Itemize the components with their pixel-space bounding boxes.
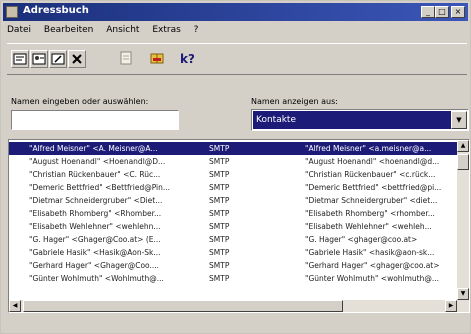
vertical-scrollbar[interactable]: ▲ ▼ (457, 140, 469, 300)
close-button[interactable]: × (451, 6, 465, 18)
find-icon (120, 51, 132, 65)
table-row[interactable]: "Demeric Bettfried" <Bettfried@Pin... SM… (9, 181, 459, 194)
table-row[interactable]: "Elisabeth Rhomberg" <Rhomber... SMTP "E… (9, 207, 459, 220)
contact-display: "Gerhard Hager" <ghager@coo.at> (305, 261, 440, 270)
contact-display: "Günter Wohlmuth" <wohlmuth@... (305, 274, 440, 283)
horizontal-scroll-thumb[interactable] (23, 300, 343, 312)
contact-list[interactable]: "Alfred Meisner" <A. Meisner@A... SMTP "… (8, 139, 470, 313)
open-book-icon (150, 53, 164, 64)
contact-type: SMTP (209, 261, 230, 270)
contact-name: "Gabriele Hasik" <Hasik@Aon-Sk... (29, 248, 161, 257)
contact-name: "Christian Rückenbauer" <C. Rüc... (29, 170, 161, 179)
menu-extras[interactable]: Extras (152, 25, 180, 35)
contact-name: "Dietmar Schneidergruber" <Diet... (29, 196, 163, 205)
contact-display: "Dietmar Schneidergruber" <diet... (305, 196, 438, 205)
contact-name: "Elisabeth Wehlehner" <wehlehn... (29, 222, 161, 231)
scroll-left-icon[interactable]: ◀ (9, 300, 21, 312)
new-contact-button[interactable] (30, 50, 48, 68)
scroll-right-icon[interactable]: ▶ (445, 300, 457, 312)
source-label: Namen anzeigen aus: (251, 97, 338, 106)
search-input[interactable] (11, 110, 179, 130)
contact-name: "G. Hager" <Ghager@Coo.at> (E... (29, 235, 161, 244)
contact-name: "August Hoenandl" <Hoenandl@D... (29, 157, 166, 166)
contact-type: SMTP (209, 209, 230, 218)
table-row[interactable]: "August Hoenandl" <Hoenandl@D... SMTP "A… (9, 155, 459, 168)
contact-name: "Elisabeth Rhomberg" <Rhomber... (29, 209, 162, 218)
horizontal-scrollbar[interactable]: ◀ ▶ (9, 300, 469, 312)
table-row[interactable]: "Elisabeth Wehlehner" <wehlehn... SMTP "… (9, 220, 459, 233)
contact-type: SMTP (209, 144, 230, 153)
window-title: Adressbuch (23, 5, 89, 16)
table-row[interactable]: "Dietmar Schneidergruber" <Diet... SMTP … (9, 194, 459, 207)
help-button[interactable]: k? (177, 50, 195, 68)
title-bar[interactable]: Adressbuch _ □ × (3, 3, 468, 21)
properties-button[interactable] (11, 50, 29, 68)
menu-datei[interactable]: Datei (7, 25, 31, 35)
contact-type: SMTP (209, 235, 230, 244)
table-row[interactable]: "Alfred Meisner" <A. Meisner@A... SMTP "… (9, 142, 459, 155)
table-row[interactable]: "Gabriele Hasik" <Hasik@Aon-Sk... SMTP "… (9, 246, 459, 259)
delete-button[interactable] (68, 50, 86, 68)
search-label: Namen eingeben oder auswählen: (11, 97, 149, 106)
source-dropdown[interactable]: Kontakte ▼ (251, 109, 469, 131)
table-row[interactable]: "Christian Rückenbauer" <C. Rüc... SMTP … (9, 168, 459, 181)
menu-ansicht[interactable]: Ansicht (106, 25, 139, 35)
contact-display: "Gabriele Hasik" <hasik@aon-sk... (305, 248, 435, 257)
contact-name: "Gerhard Hager" <Ghager@Coo.... (29, 261, 160, 270)
contact-display: "G. Hager" <ghager@coo.at> (305, 235, 418, 244)
help-icon: k? (180, 52, 195, 66)
open-book-button[interactable] (148, 50, 166, 68)
address-book-icon (6, 6, 18, 18)
contact-name: "Alfred Meisner" <A. Meisner@A... (29, 144, 158, 153)
minimize-button[interactable]: _ (421, 6, 435, 18)
vertical-scroll-thumb[interactable] (457, 154, 469, 170)
contact-display: "Christian Rückenbauer" <c.rück... (305, 170, 436, 179)
contact-type: SMTP (209, 183, 230, 192)
contact-display: "Elisabeth Rhomberg" <rhomber... (305, 209, 435, 218)
scroll-down-icon[interactable]: ▼ (457, 288, 469, 300)
contact-type: SMTP (209, 170, 230, 179)
menu-bearbeiten[interactable]: Bearbeiten (44, 25, 93, 35)
edit-button[interactable] (49, 50, 67, 68)
find-button[interactable] (117, 50, 135, 68)
contact-name: "Demeric Bettfried" <Bettfried@Pin... (29, 183, 171, 192)
menu-help[interactable]: ? (194, 25, 199, 35)
contact-display: "Alfred Meisner" <a.meisner@a... (305, 144, 432, 153)
source-selected: Kontakte (253, 111, 451, 129)
address-book-window: Adressbuch _ □ × Datei Bearbeiten Ansich… (0, 0, 471, 334)
table-row[interactable]: "Gerhard Hager" <Ghager@Coo.... SMTP "Ge… (9, 259, 459, 272)
contact-type: SMTP (209, 248, 230, 257)
contact-type: SMTP (209, 274, 230, 283)
menu-bar: Datei Bearbeiten Ansicht Extras ? (7, 25, 208, 39)
chevron-down-icon[interactable]: ▼ (451, 111, 467, 129)
contact-type: SMTP (209, 222, 230, 231)
delete-icon (72, 54, 82, 64)
table-row[interactable]: "G. Hager" <Ghager@Coo.at> (E... SMTP "G… (9, 233, 459, 246)
scroll-up-icon[interactable]: ▲ (457, 140, 469, 152)
new-contact-icon (32, 53, 46, 65)
contact-type: SMTP (209, 196, 230, 205)
edit-card-icon (51, 53, 65, 65)
svg-text:k?: k? (180, 52, 194, 66)
table-row[interactable]: "Günter Wohlmuth" <Wohlmuth@... SMTP "Gü… (9, 272, 459, 285)
contact-name: "Günter Wohlmuth" <Wohlmuth@... (29, 274, 164, 283)
contact-display: "August Hoenandl" <hoenandl@d... (305, 157, 440, 166)
properties-icon (13, 53, 27, 65)
contact-display: "Elisabeth Wehlehner" <wehleh... (305, 222, 432, 231)
contact-type: SMTP (209, 157, 230, 166)
contact-display: "Demeric Bettfried" <bettfried@pi... (305, 183, 442, 192)
maximize-button[interactable]: □ (435, 6, 449, 18)
toolbar: k? (7, 43, 467, 75)
